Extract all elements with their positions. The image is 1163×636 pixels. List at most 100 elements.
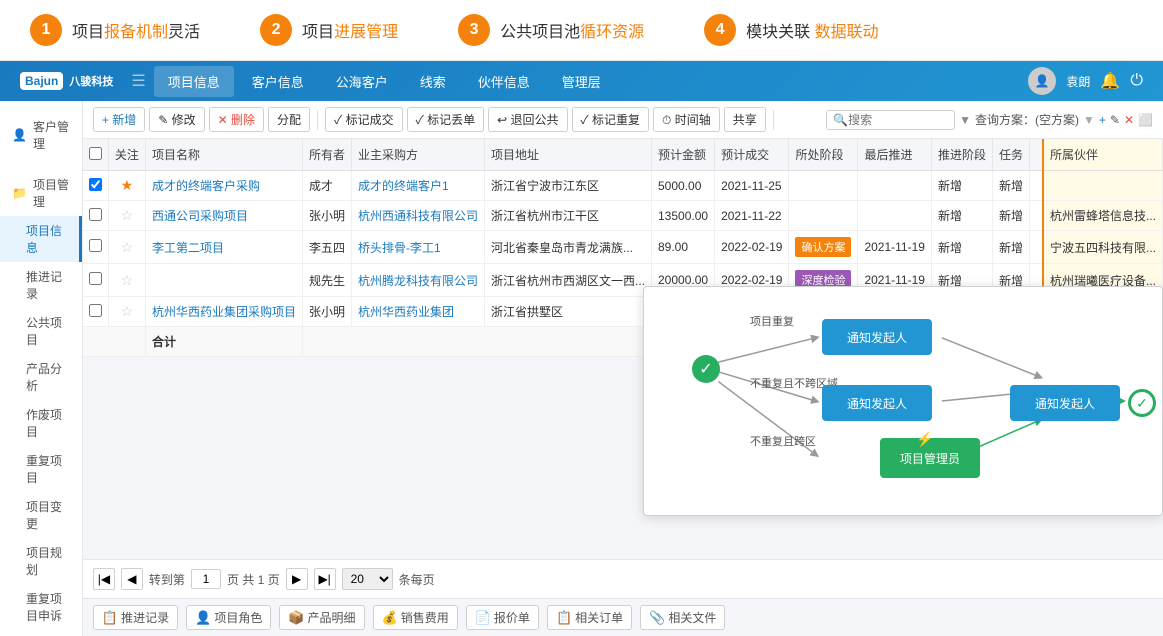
td-star-2[interactable]: ☆ <box>108 201 145 231</box>
th-last-push[interactable]: 最后推进 <box>858 139 932 171</box>
sidebar-group-project-label: 项目管理 <box>33 176 70 210</box>
pg-input[interactable] <box>191 569 221 589</box>
sidebar-project-management: 📁 项目管理 项目信息 推进记录 公共项目 产品分析 作废项目 重复项目 项目变… <box>0 164 82 636</box>
scheme-settings[interactable]: ⬜ <box>1138 113 1153 127</box>
td-amount-2: 13500.00 <box>652 201 715 231</box>
nav-item-project-info[interactable]: 项目信息 <box>154 66 234 97</box>
th-buyer[interactable]: 业主采购方 <box>351 139 484 171</box>
th-date[interactable]: 预计成交 <box>715 139 789 171</box>
select-all-checkbox[interactable] <box>89 147 102 160</box>
flow-label-cross: 不重复且跨区 <box>750 433 816 449</box>
row3-checkbox[interactable] <box>89 239 102 252</box>
nav-item-management[interactable]: 管理层 <box>548 66 615 97</box>
share-button[interactable]: 共享 <box>724 107 766 132</box>
sidebar-item-public-project[interactable]: 公共项目 <box>0 308 82 354</box>
mark-lost-button[interactable]: ✓ 标记丢单 <box>407 107 485 132</box>
th-icon[interactable] <box>1029 139 1043 171</box>
footer-tab-related-file[interactable]: 📎 相关文件 <box>640 605 725 630</box>
sidebar-item-push-record[interactable]: 推进记录 <box>0 262 82 308</box>
menu-icon[interactable]: ☰ <box>131 71 145 91</box>
sidebar-item-project-plan[interactable]: 项目规划 <box>0 538 82 584</box>
sidebar-item-repeat-project[interactable]: 重复项目 <box>0 446 82 492</box>
td-name-2[interactable]: 西通公司采购项目 <box>145 201 302 231</box>
td-star-1[interactable]: ★ <box>108 171 145 201</box>
td-checkbox-2[interactable] <box>83 201 109 231</box>
footer-tab-related-order[interactable]: 📋 相关订单 <box>547 605 632 630</box>
th-checkbox[interactable] <box>83 139 109 171</box>
flow-overlay: ✓ 项目重复 不重复且不跨区域 不重复且跨区 通知发起人 通知发起人 项目管理员… <box>643 286 1163 516</box>
th-task[interactable]: 任务 <box>992 139 1029 171</box>
th-partner[interactable]: 所属伙伴 <box>1043 139 1163 171</box>
td-star-5[interactable]: ☆ <box>108 297 145 327</box>
flow-node-notify-3: 通知发起人 <box>1010 385 1120 421</box>
sidebar-item-project-info[interactable]: 项目信息 <box>0 216 82 262</box>
td-buyer-4[interactable]: 杭州腾龙科技有限公司 <box>351 264 484 297</box>
add-scheme-btn[interactable]: + <box>1099 113 1106 127</box>
footer-tab-quote[interactable]: 📄 报价单 <box>466 605 539 630</box>
bell-icon[interactable]: 🔔 <box>1100 71 1120 91</box>
td-name-5[interactable]: 杭州华西药业集团采购项目 <box>145 297 302 327</box>
td-task-1: 新增 <box>992 171 1029 201</box>
footer-tab-project-role[interactable]: 👤 项目角色 <box>186 605 271 630</box>
th-project-name[interactable]: 项目名称 <box>145 139 302 171</box>
td-buyer-3[interactable]: 桥头排骨-李工1 <box>351 231 484 264</box>
th-address[interactable]: 项目地址 <box>484 139 651 171</box>
filter-icon[interactable]: ▼ <box>959 113 971 127</box>
td-checkbox-5[interactable] <box>83 297 109 327</box>
scheme-dropdown[interactable]: ▼ <box>1083 113 1095 127</box>
pg-goto-label: 转到第 <box>149 571 185 588</box>
td-star-3[interactable]: ☆ <box>108 231 145 264</box>
assign-button[interactable]: 分配 <box>268 107 310 132</box>
footer-tab-role-label: 项目角色 <box>214 609 262 626</box>
timeline-button[interactable]: ⏱ 时间轴 <box>653 107 720 132</box>
footer-tab-push-record[interactable]: 📋 推进记录 <box>93 605 178 630</box>
footer-tab-sales-fee[interactable]: 💰 销售费用 <box>373 605 458 630</box>
td-name-1[interactable]: 成才的终端客户采购 <box>145 171 302 201</box>
return-public-button[interactable]: ↩ 退回公共 <box>488 107 567 132</box>
sidebar-item-project-change[interactable]: 项目变更 <box>0 492 82 538</box>
mark-repeat-button[interactable]: ✓ 标记重复 <box>572 107 650 132</box>
per-page-select[interactable]: 20 50 100 <box>342 568 393 590</box>
td-star-4[interactable]: ☆ <box>108 264 145 297</box>
sidebar-item-repeat-appeal[interactable]: 重复项目申诉 <box>0 584 82 630</box>
pg-next[interactable]: ▶ <box>286 568 308 590</box>
td-checkbox-4[interactable] <box>83 264 109 297</box>
nav-item-partner-info[interactable]: 伙伴信息 <box>464 66 544 97</box>
footer-tab-file-label: 相关文件 <box>668 609 716 626</box>
pg-last[interactable]: ▶| <box>314 568 336 590</box>
row2-checkbox[interactable] <box>89 208 102 221</box>
search-icon: 🔍 <box>833 113 848 127</box>
search-input[interactable] <box>848 113 948 127</box>
row1-checkbox[interactable] <box>89 178 102 191</box>
td-name-3[interactable]: 李工第二项目 <box>145 231 302 264</box>
pg-prev[interactable]: ◀ <box>121 568 143 590</box>
td-buyer-1[interactable]: 成才的终端客户1 <box>351 171 484 201</box>
sidebar-item-product-analysis[interactable]: 产品分析 <box>0 354 82 400</box>
td-buyer-2[interactable]: 杭州西通科技有限公司 <box>351 201 484 231</box>
delete-scheme-btn[interactable]: ✕ <box>1124 113 1134 127</box>
th-amount[interactable]: 预计金额 <box>652 139 715 171</box>
td-buyer-5[interactable]: 杭州华西药业集团 <box>351 297 484 327</box>
mark-deal-button[interactable]: ✓ 标记成交 <box>325 107 403 132</box>
td-name-4[interactable] <box>145 264 302 297</box>
power-icon[interactable]: ⏻ <box>1130 72 1143 90</box>
nav-item-customer-info[interactable]: 客户信息 <box>238 66 318 97</box>
sidebar-item-void-project[interactable]: 作废项目 <box>0 400 82 446</box>
th-owner[interactable]: 所有者 <box>302 139 351 171</box>
delete-button[interactable]: ✕ 删除 <box>209 107 264 132</box>
nav-item-public-customer[interactable]: 公海客户 <box>322 66 402 97</box>
edit-scheme-btn[interactable]: ✎ <box>1110 113 1120 127</box>
td-checkbox-3[interactable] <box>83 231 109 264</box>
edit-button[interactable]: ✎ 修改 <box>149 107 204 132</box>
pg-first[interactable]: |◀ <box>93 568 115 590</box>
sales-fee-icon: 💰 <box>382 610 398 626</box>
td-task-3: 新增 <box>992 231 1029 264</box>
th-push-stage[interactable]: 推进阶段 <box>931 139 992 171</box>
footer-tab-product-detail[interactable]: 📦 产品明细 <box>279 605 364 630</box>
add-button[interactable]: + 新增 <box>93 107 145 132</box>
row5-checkbox[interactable] <box>89 304 102 317</box>
th-stage[interactable]: 所处阶段 <box>789 139 858 171</box>
td-checkbox-1[interactable] <box>83 171 109 201</box>
nav-item-leads[interactable]: 线索 <box>406 66 460 97</box>
row4-checkbox[interactable] <box>89 272 102 285</box>
